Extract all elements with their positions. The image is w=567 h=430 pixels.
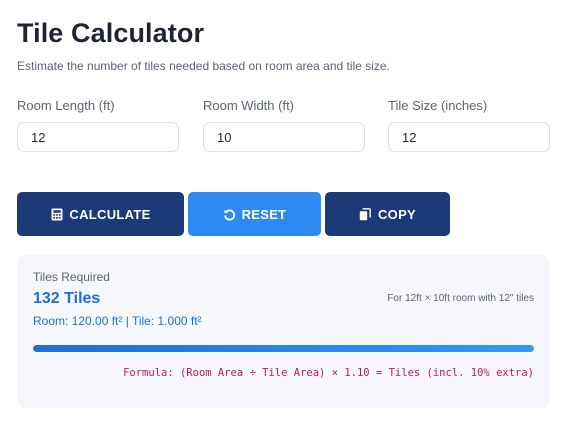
room-width-input[interactable] (203, 122, 365, 152)
copy-button-label: COPY (377, 206, 417, 222)
tile-size-input[interactable] (388, 122, 550, 152)
room-width-label: Room Width (ft) (203, 98, 295, 113)
result-formula: Formula: (Room Area ÷ Tile Area) × 1.10 … (123, 367, 534, 379)
result-context: For 12ft × 10ft room with 12" tiles (387, 293, 534, 304)
tile-size-label: Tile Size (inches) (388, 98, 488, 113)
room-length-field: Room Length (ft) (17, 98, 179, 152)
copy-button[interactable]: COPY (325, 192, 450, 236)
calculate-button[interactable]: CALCULATE (17, 192, 184, 236)
room-width-field: Room Width (ft) (203, 98, 365, 152)
result-detail: Room: 120.00 ft² | Tile: 1.000 ft² (33, 314, 202, 328)
page-title: Tile Calculator (17, 18, 205, 48)
result-progress-fill (33, 345, 534, 352)
calculate-button-label: CALCULATE (69, 206, 151, 222)
result-value: 132 Tiles (33, 290, 101, 307)
tile-calculator-page: Tile Calculator Estimate the number of t… (0, 0, 567, 430)
result-progress-bar (33, 345, 534, 352)
tile-size-field: Tile Size (inches) (388, 98, 550, 152)
room-length-input[interactable] (17, 122, 179, 152)
reset-button[interactable]: RESET (188, 192, 321, 236)
calculator-icon (50, 208, 63, 221)
copy-icon (359, 207, 372, 221)
room-length-label: Room Length (ft) (17, 98, 115, 113)
reset-button-label: RESET (241, 206, 287, 222)
result-panel: Tiles Required 132 Tiles For 12ft × 10ft… (17, 255, 550, 408)
reset-icon (223, 208, 236, 221)
page-subtitle: Estimate the number of tiles needed base… (17, 59, 390, 73)
result-label: Tiles Required (33, 270, 110, 284)
